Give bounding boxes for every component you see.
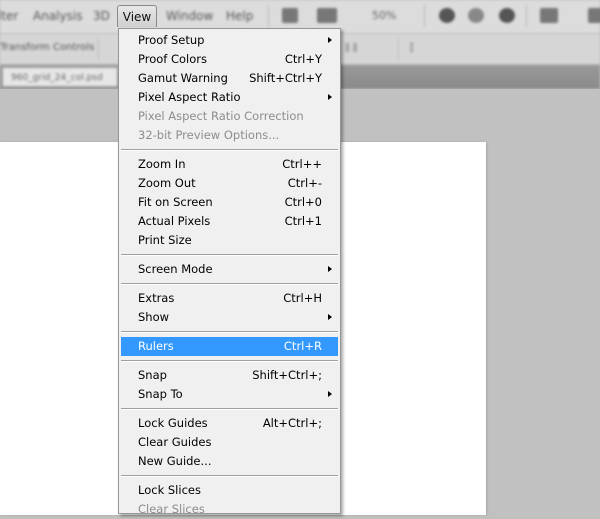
menu-analysis[interactable]: Analysis <box>33 9 82 23</box>
menu-separator <box>121 331 338 333</box>
menu-item-extras[interactable]: Extras Ctrl+H <box>121 289 338 308</box>
menu-item-label: Fit on Screen <box>138 195 213 209</box>
menu-item-32-bit-preview-options: 32-bit Preview Options... <box>121 126 338 145</box>
menu-item-proof-colors[interactable]: Proof Colors Ctrl+Y <box>121 50 338 69</box>
menu-item-snap[interactable]: Snap Shift+Ctrl+; <box>121 366 338 385</box>
menu-item-label: Snap To <box>138 387 183 401</box>
hand-tool-icon[interactable] <box>439 8 455 23</box>
menu-item-label: Extras <box>138 291 175 305</box>
submenu-arrow-icon <box>328 266 332 272</box>
screen-mode-icon[interactable] <box>588 8 600 23</box>
auto-align-icon[interactable]: ⫿ <box>410 43 413 54</box>
menu-item-label: Print Size <box>138 233 192 247</box>
menu-item-zoom-in[interactable]: Zoom In Ctrl++ <box>121 155 338 174</box>
menu-item-clear-slices: Clear Slices <box>121 500 338 519</box>
menu-item-label: Rulers <box>138 339 174 353</box>
menu-item-label: Pixel Aspect Ratio <box>138 90 241 104</box>
menu-3d[interactable]: 3D <box>93 9 110 23</box>
submenu-arrow-icon <box>328 37 332 43</box>
menu-item-shortcut: Shift+Ctrl+; <box>252 368 322 382</box>
menu-item-label: Pixel Aspect Ratio Correction <box>138 109 304 123</box>
menu-item-print-size[interactable]: Print Size <box>121 231 338 250</box>
menu-item-rulers[interactable]: Rulers Ctrl+R <box>121 337 338 356</box>
menu-item-zoom-out[interactable]: Zoom Out Ctrl+- <box>121 174 338 193</box>
menu-separator <box>121 149 338 151</box>
menu-item-actual-pixels[interactable]: Actual Pixels Ctrl+1 <box>121 212 338 231</box>
zoom-tool-icon[interactable] <box>468 8 484 23</box>
divider <box>398 38 399 60</box>
menu-item-label: Screen Mode <box>138 262 213 276</box>
menu-item-shortcut: Shift+Ctrl+Y <box>249 71 322 85</box>
menu-item-label: Zoom Out <box>138 176 196 190</box>
menu-item-fit-on-screen[interactable]: Fit on Screen Ctrl+0 <box>121 193 338 212</box>
submenu-arrow-icon <box>328 391 332 397</box>
menu-item-label: Clear Slices <box>138 502 205 516</box>
menu-item-show[interactable]: Show <box>121 308 338 327</box>
menu-item-screen-mode[interactable]: Screen Mode <box>121 260 338 279</box>
divider <box>526 5 527 27</box>
menu-separator <box>121 475 338 477</box>
menu-item-shortcut: Ctrl+H <box>283 291 322 305</box>
zoom-level-select[interactable]: 50% <box>372 9 396 22</box>
menu-item-gamut-warning[interactable]: Gamut Warning Shift+Ctrl+Y <box>121 69 338 88</box>
menu-item-label: New Guide... <box>138 454 212 468</box>
transform-controls-checkbox[interactable]: Transform Controls <box>0 42 94 53</box>
menu-item-shortcut: Ctrl+- <box>287 176 322 190</box>
menu-item-label: Actual Pixels <box>138 214 211 228</box>
menu-item-label: Gamut Warning <box>138 71 228 85</box>
distribute-icon[interactable]: ⫼ ⫼ <box>345 43 357 54</box>
menu-item-label: Proof Colors <box>138 52 207 66</box>
menu-item-label: Zoom In <box>138 157 186 171</box>
menu-item-label: Proof Setup <box>138 33 205 47</box>
menu-separator <box>121 360 338 362</box>
submenu-arrow-icon <box>328 314 332 320</box>
menu-item-proof-setup[interactable]: Proof Setup <box>121 31 338 50</box>
arrange-documents-icon[interactable] <box>540 8 558 23</box>
menu-item-label: Snap <box>138 368 167 382</box>
menu-item-shortcut: Alt+Ctrl+; <box>262 416 322 430</box>
divider <box>424 5 425 27</box>
launch-bridge-icon[interactable] <box>282 8 298 23</box>
view-menu-dropdown: Proof Setup Proof Colors Ctrl+Y Gamut Warni… <box>118 28 341 516</box>
view-extras-icon[interactable] <box>317 8 337 23</box>
menu-separator <box>121 408 338 410</box>
menu-item-label: Lock Slices <box>138 483 201 497</box>
menu-item-label: 32-bit Preview Options... <box>138 128 280 142</box>
menu-item-label: Show <box>138 310 170 324</box>
menu-item-clear-guides[interactable]: Clear Guides <box>121 433 338 452</box>
menu-item-snap-to[interactable]: Snap To <box>121 385 338 404</box>
divider <box>268 5 269 27</box>
document-tab[interactable]: 960_grid_24_col.psd <box>2 67 118 87</box>
menu-item-shortcut: Ctrl+R <box>283 339 322 353</box>
menu-item-lock-guides[interactable]: Lock Guides Alt+Ctrl+; <box>121 414 338 433</box>
menu-item-shortcut: Ctrl+0 <box>284 195 322 209</box>
menu-separator <box>121 283 338 285</box>
menu-item-label: Lock Guides <box>138 416 208 430</box>
menu-item-pixel-aspect-ratio-correction: Pixel Aspect Ratio Correction <box>121 107 338 126</box>
submenu-arrow-icon <box>328 94 332 100</box>
divider <box>98 38 99 60</box>
menu-item-pixel-aspect-ratio[interactable]: Pixel Aspect Ratio <box>121 88 338 107</box>
menu-view[interactable]: View <box>117 5 157 27</box>
menu-window[interactable]: Window <box>166 9 213 23</box>
menu-item-shortcut: Ctrl+1 <box>284 214 322 228</box>
menu-filter[interactable]: lter <box>0 9 18 23</box>
menu-item-new-guide[interactable]: New Guide... <box>121 452 338 471</box>
menu-item-label: Clear Guides <box>138 435 212 449</box>
menu-help[interactable]: Help <box>226 9 253 23</box>
menu-item-shortcut: Ctrl+Y <box>284 52 322 66</box>
rotate-view-icon[interactable] <box>499 8 515 23</box>
menu-separator <box>121 254 338 256</box>
menu-item-lock-slices[interactable]: Lock Slices <box>121 481 338 500</box>
menu-item-shortcut: Ctrl++ <box>282 157 322 171</box>
